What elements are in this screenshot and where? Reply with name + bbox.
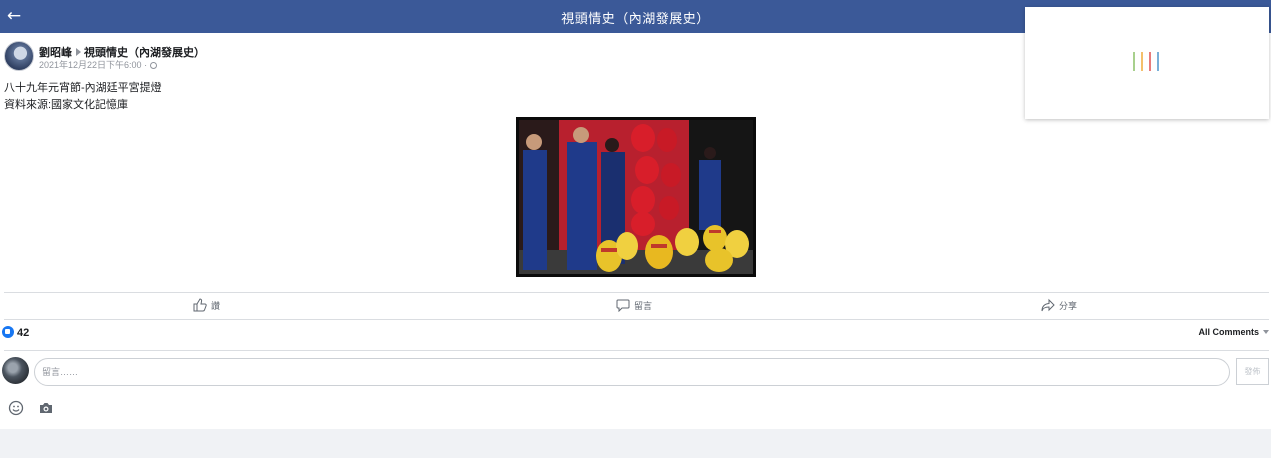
footer-area bbox=[0, 429, 1271, 458]
loader-bar bbox=[1133, 52, 1135, 71]
comment-sort-label: All Comments bbox=[1198, 327, 1259, 337]
thumbs-up-icon bbox=[193, 298, 207, 312]
like-reaction-icon bbox=[2, 326, 14, 338]
loader-bar bbox=[1157, 52, 1159, 71]
post-text: 八十九年元宵節-內湖廷平宮提燈 資料來源:國家文化記憶庫 bbox=[4, 80, 162, 114]
share-arrow-icon bbox=[1041, 298, 1055, 312]
share-button[interactable]: 分享 bbox=[1041, 298, 1077, 316]
comment-bubble-icon bbox=[616, 299, 630, 313]
emoji-icon[interactable] bbox=[8, 400, 24, 416]
triangle-right-icon bbox=[76, 48, 81, 56]
comment-input[interactable] bbox=[34, 358, 1230, 386]
post-photo[interactable] bbox=[516, 117, 756, 277]
loading-spinner-icon bbox=[1133, 52, 1163, 72]
meta-separator: · bbox=[144, 60, 148, 70]
post-text-line: 八十九年元宵節-內湖廷平宮提燈 bbox=[4, 82, 162, 94]
reaction-count: 42 bbox=[17, 327, 30, 339]
author-avatar[interactable] bbox=[4, 41, 34, 71]
share-label: 分享 bbox=[1059, 301, 1078, 311]
loading-panel bbox=[1025, 7, 1269, 119]
loader-bar bbox=[1141, 52, 1143, 71]
comment-button[interactable]: 留言 bbox=[616, 298, 652, 316]
globe-icon bbox=[150, 62, 158, 69]
reaction-summary[interactable]: 42 bbox=[2, 326, 29, 340]
divider bbox=[4, 350, 1269, 351]
comment-label: 留言 bbox=[634, 301, 653, 311]
post-meta: 2021年12月22日下午6:00 · bbox=[39, 58, 158, 71]
camera-icon[interactable] bbox=[38, 400, 54, 416]
user-avatar bbox=[2, 357, 29, 384]
like-label: 讚 bbox=[211, 301, 221, 311]
post-timestamp[interactable]: 2021年12月22日下午6:00 bbox=[39, 60, 142, 70]
lantern-festival-photo bbox=[519, 120, 753, 274]
post-comment-button[interactable]: 發佈 bbox=[1236, 358, 1269, 385]
post-action-bar: 讚 留言 分享 bbox=[4, 292, 1269, 320]
like-button[interactable]: 讚 bbox=[193, 298, 220, 316]
comment-sort-dropdown[interactable]: All Comments bbox=[1198, 327, 1269, 337]
caret-down-icon bbox=[1263, 330, 1269, 334]
loader-bar bbox=[1149, 52, 1151, 71]
post-text-line: 資料來源:國家文化記憶庫 bbox=[4, 99, 129, 111]
